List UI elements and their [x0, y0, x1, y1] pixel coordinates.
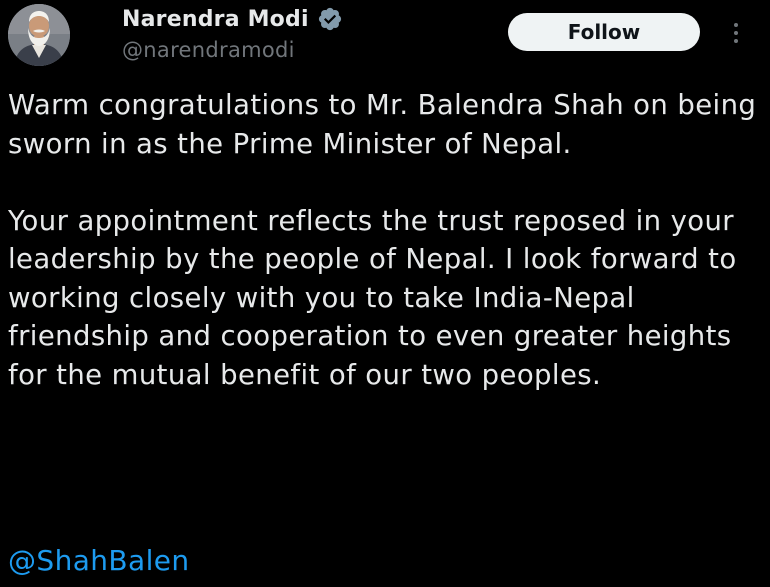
tweet-text: Warm congratulations to Mr. Balendra Sha…	[8, 86, 764, 394]
more-options-icon[interactable]	[726, 18, 746, 48]
tweet-paragraph-1: Warm congratulations to Mr. Balendra Sha…	[8, 89, 757, 160]
author-name-row[interactable]: Narendra Modi	[122, 6, 343, 32]
more-dot	[734, 39, 738, 43]
tweet-paragraph-2: Your appointment reflects the trust repo…	[8, 204, 737, 391]
more-dot	[734, 23, 738, 27]
avatar[interactable]	[8, 4, 70, 66]
mention-link[interactable]: @ShahBalen	[8, 544, 190, 577]
author-display-name[interactable]: Narendra Modi	[122, 7, 309, 32]
profile-photo	[8, 4, 70, 66]
verified-badge-icon	[318, 7, 341, 31]
author-handle[interactable]: @narendramodi	[122, 38, 295, 62]
follow-button[interactable]: Follow	[508, 13, 700, 51]
more-dot	[734, 31, 738, 35]
